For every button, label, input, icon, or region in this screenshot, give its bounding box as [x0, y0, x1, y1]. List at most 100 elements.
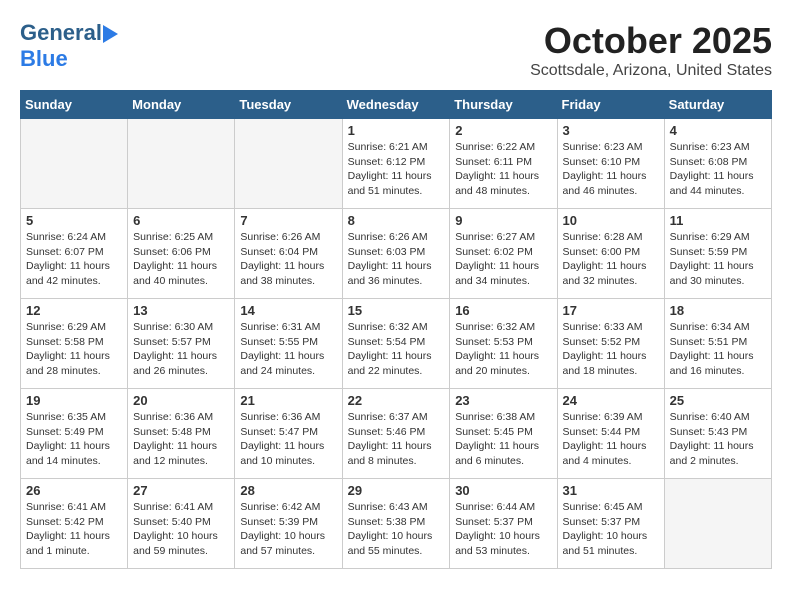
calendar-cell: 2Sunrise: 6:22 AMSunset: 6:11 PMDaylight… — [450, 119, 557, 209]
calendar-cell: 17 Sunrise: 6:33 AMSunset: 5:52 PMDayligh… — [557, 299, 664, 389]
cell-content: Sunrise: 6:32 AMSunset: 5:53 PMDaylight:… — [455, 320, 551, 379]
day-number: 5 — [26, 213, 122, 228]
logo-general: General — [20, 20, 102, 45]
calendar-cell: 9 Sunrise: 6:27 AMSunset: 6:02 PMDaylight… — [450, 209, 557, 299]
day-number: 22 — [348, 393, 445, 408]
cell-content: Sunrise: 6:38 AMSunset: 5:45 PMDaylight:… — [455, 410, 551, 469]
cell-content: Sunrise: 6:23 AMSunset: 6:08 PMDaylight:… — [670, 140, 766, 199]
calendar-cell: 12 Sunrise: 6:29 AMSunset: 5:58 PMDayligh… — [21, 299, 128, 389]
day-number: 19 — [26, 393, 122, 408]
cell-content: Sunrise: 6:23 AMSunset: 6:10 PMDaylight:… — [563, 140, 659, 199]
calendar-cell: 3 Sunrise: 6:23 AMSunset: 6:10 PMDaylight… — [557, 119, 664, 209]
weekday-header-tuesday: Tuesday — [235, 91, 342, 119]
day-number: 4 — [670, 123, 766, 138]
day-number: 12 — [26, 303, 122, 318]
day-number: 29 — [348, 483, 445, 498]
calendar-cell: 15Sunrise: 6:32 AMSunset: 5:54 PMDayligh… — [342, 299, 450, 389]
cell-content: Sunrise: 6:22 AMSunset: 6:11 PMDaylight:… — [455, 140, 551, 199]
cell-content: Sunrise: 6:24 AMSunset: 6:07 PMDaylight:… — [26, 230, 122, 289]
day-number: 27 — [133, 483, 229, 498]
cell-content: Sunrise: 6:26 AMSunset: 6:03 PMDaylight:… — [348, 230, 445, 289]
cell-content: Sunrise: 6:27 AMSunset: 6:02 PMDaylight:… — [455, 230, 551, 289]
calendar-cell: 4 Sunrise: 6:23 AMSunset: 6:08 PMDaylight… — [664, 119, 771, 209]
calendar-cell: 20 Sunrise: 6:36 AMSunset: 5:48 PMDayligh… — [128, 389, 235, 479]
day-number: 11 — [670, 213, 766, 228]
calendar-header: SundayMondayTuesdayWednesdayThursdayFrid… — [21, 91, 772, 119]
logo-arrow-icon — [103, 25, 118, 43]
cell-content: Sunrise: 6:42 AMSunset: 5:39 PMDaylight:… — [240, 500, 336, 559]
weekday-header-row: SundayMondayTuesdayWednesdayThursdayFrid… — [21, 91, 772, 119]
cell-content: Sunrise: 6:36 AMSunset: 5:48 PMDaylight:… — [133, 410, 229, 469]
day-number: 17 — [563, 303, 659, 318]
day-number: 16 — [455, 303, 551, 318]
day-number: 31 — [563, 483, 659, 498]
calendar-cell: 22 Sunrise: 6:37 AMSunset: 5:46 PMDayligh… — [342, 389, 450, 479]
cell-content: Sunrise: 6:43 AMSunset: 5:38 PMDaylight:… — [348, 500, 445, 559]
calendar-cell: 7 Sunrise: 6:26 AMSunset: 6:04 PMDaylight… — [235, 209, 342, 299]
day-number: 30 — [455, 483, 551, 498]
calendar-week-row: 19 Sunrise: 6:35 AMSunset: 5:49 PMDayligh… — [21, 389, 772, 479]
calendar-cell: 5 Sunrise: 6:24 AMSunset: 6:07 PMDaylight… — [21, 209, 128, 299]
calendar-cell: 28Sunrise: 6:42 AMSunset: 5:39 PMDayligh… — [235, 479, 342, 569]
calendar-cell: 11 Sunrise: 6:29 AMSunset: 5:59 PMDayligh… — [664, 209, 771, 299]
calendar-cell: 25 Sunrise: 6:40 AMSunset: 5:43 PMDayligh… — [664, 389, 771, 479]
calendar-cell: 8 Sunrise: 6:26 AMSunset: 6:03 PMDaylight… — [342, 209, 450, 299]
logo: General Blue — [20, 20, 118, 72]
day-number: 9 — [455, 213, 551, 228]
weekday-header-wednesday: Wednesday — [342, 91, 450, 119]
day-number: 20 — [133, 393, 229, 408]
cell-content: Sunrise: 6:29 AMSunset: 5:58 PMDaylight:… — [26, 320, 122, 379]
cell-content: Sunrise: 6:35 AMSunset: 5:49 PMDaylight:… — [26, 410, 122, 469]
day-number: 3 — [563, 123, 659, 138]
cell-content: Sunrise: 6:31 AMSunset: 5:55 PMDaylight:… — [240, 320, 336, 379]
cell-content: Sunrise: 6:33 AMSunset: 5:52 PMDaylight:… — [563, 320, 659, 379]
day-number: 6 — [133, 213, 229, 228]
cell-content: Sunrise: 6:26 AMSunset: 6:04 PMDaylight:… — [240, 230, 336, 289]
calendar-cell: 6 Sunrise: 6:25 AMSunset: 6:06 PMDaylight… — [128, 209, 235, 299]
cell-content: Sunrise: 6:37 AMSunset: 5:46 PMDaylight:… — [348, 410, 445, 469]
day-number: 7 — [240, 213, 336, 228]
calendar-cell: 24Sunrise: 6:39 AMSunset: 5:44 PMDayligh… — [557, 389, 664, 479]
calendar-cell — [128, 119, 235, 209]
calendar-table: SundayMondayTuesdayWednesdayThursdayFrid… — [20, 90, 772, 569]
calendar-cell: 29 Sunrise: 6:43 AMSunset: 5:38 PMDayligh… — [342, 479, 450, 569]
day-number: 18 — [670, 303, 766, 318]
calendar-cell: 31 Sunrise: 6:45 AMSunset: 5:37 PMDayligh… — [557, 479, 664, 569]
day-number: 10 — [563, 213, 659, 228]
cell-content: Sunrise: 6:21 AMSunset: 6:12 PMDaylight:… — [348, 140, 445, 199]
calendar-cell: 14Sunrise: 6:31 AMSunset: 5:55 PMDayligh… — [235, 299, 342, 389]
weekday-header-monday: Monday — [128, 91, 235, 119]
day-number: 8 — [348, 213, 445, 228]
calendar-cell: 30 Sunrise: 6:44 AMSunset: 5:37 PMDayligh… — [450, 479, 557, 569]
day-number: 21 — [240, 393, 336, 408]
calendar-cell: 13Sunrise: 6:30 AMSunset: 5:57 PMDayligh… — [128, 299, 235, 389]
calendar-cell: 27Sunrise: 6:41 AMSunset: 5:40 PMDayligh… — [128, 479, 235, 569]
calendar-cell: 16 Sunrise: 6:32 AMSunset: 5:53 PMDayligh… — [450, 299, 557, 389]
calendar-cell: 23 Sunrise: 6:38 AMSunset: 5:45 PMDayligh… — [450, 389, 557, 479]
calendar-title: October 2025 — [530, 20, 772, 62]
page-header: General Blue October 2025 Scottsdale, Ar… — [20, 20, 772, 80]
weekday-header-saturday: Saturday — [664, 91, 771, 119]
day-number: 24 — [563, 393, 659, 408]
title-block: October 2025 Scottsdale, Arizona, United… — [530, 20, 772, 80]
cell-content: Sunrise: 6:45 AMSunset: 5:37 PMDaylight:… — [563, 500, 659, 559]
cell-content: Sunrise: 6:30 AMSunset: 5:57 PMDaylight:… — [133, 320, 229, 379]
cell-content: Sunrise: 6:36 AMSunset: 5:47 PMDaylight:… — [240, 410, 336, 469]
calendar-body: 1 Sunrise: 6:21 AMSunset: 6:12 PMDaylight… — [21, 119, 772, 569]
cell-content: Sunrise: 6:40 AMSunset: 5:43 PMDaylight:… — [670, 410, 766, 469]
weekday-header-thursday: Thursday — [450, 91, 557, 119]
cell-content: Sunrise: 6:28 AMSunset: 6:00 PMDaylight:… — [563, 230, 659, 289]
calendar-week-row: 5 Sunrise: 6:24 AMSunset: 6:07 PMDaylight… — [21, 209, 772, 299]
cell-content: Sunrise: 6:25 AMSunset: 6:06 PMDaylight:… — [133, 230, 229, 289]
day-number: 25 — [670, 393, 766, 408]
cell-content: Sunrise: 6:44 AMSunset: 5:37 PMDaylight:… — [455, 500, 551, 559]
calendar-week-row: 12 Sunrise: 6:29 AMSunset: 5:58 PMDayligh… — [21, 299, 772, 389]
calendar-subtitle: Scottsdale, Arizona, United States — [530, 62, 772, 80]
cell-content: Sunrise: 6:29 AMSunset: 5:59 PMDaylight:… — [670, 230, 766, 289]
calendar-cell — [664, 479, 771, 569]
day-number: 23 — [455, 393, 551, 408]
calendar-cell: 18Sunrise: 6:34 AMSunset: 5:51 PMDayligh… — [664, 299, 771, 389]
calendar-cell — [235, 119, 342, 209]
day-number: 1 — [348, 123, 445, 138]
calendar-cell: 1 Sunrise: 6:21 AMSunset: 6:12 PMDaylight… — [342, 119, 450, 209]
